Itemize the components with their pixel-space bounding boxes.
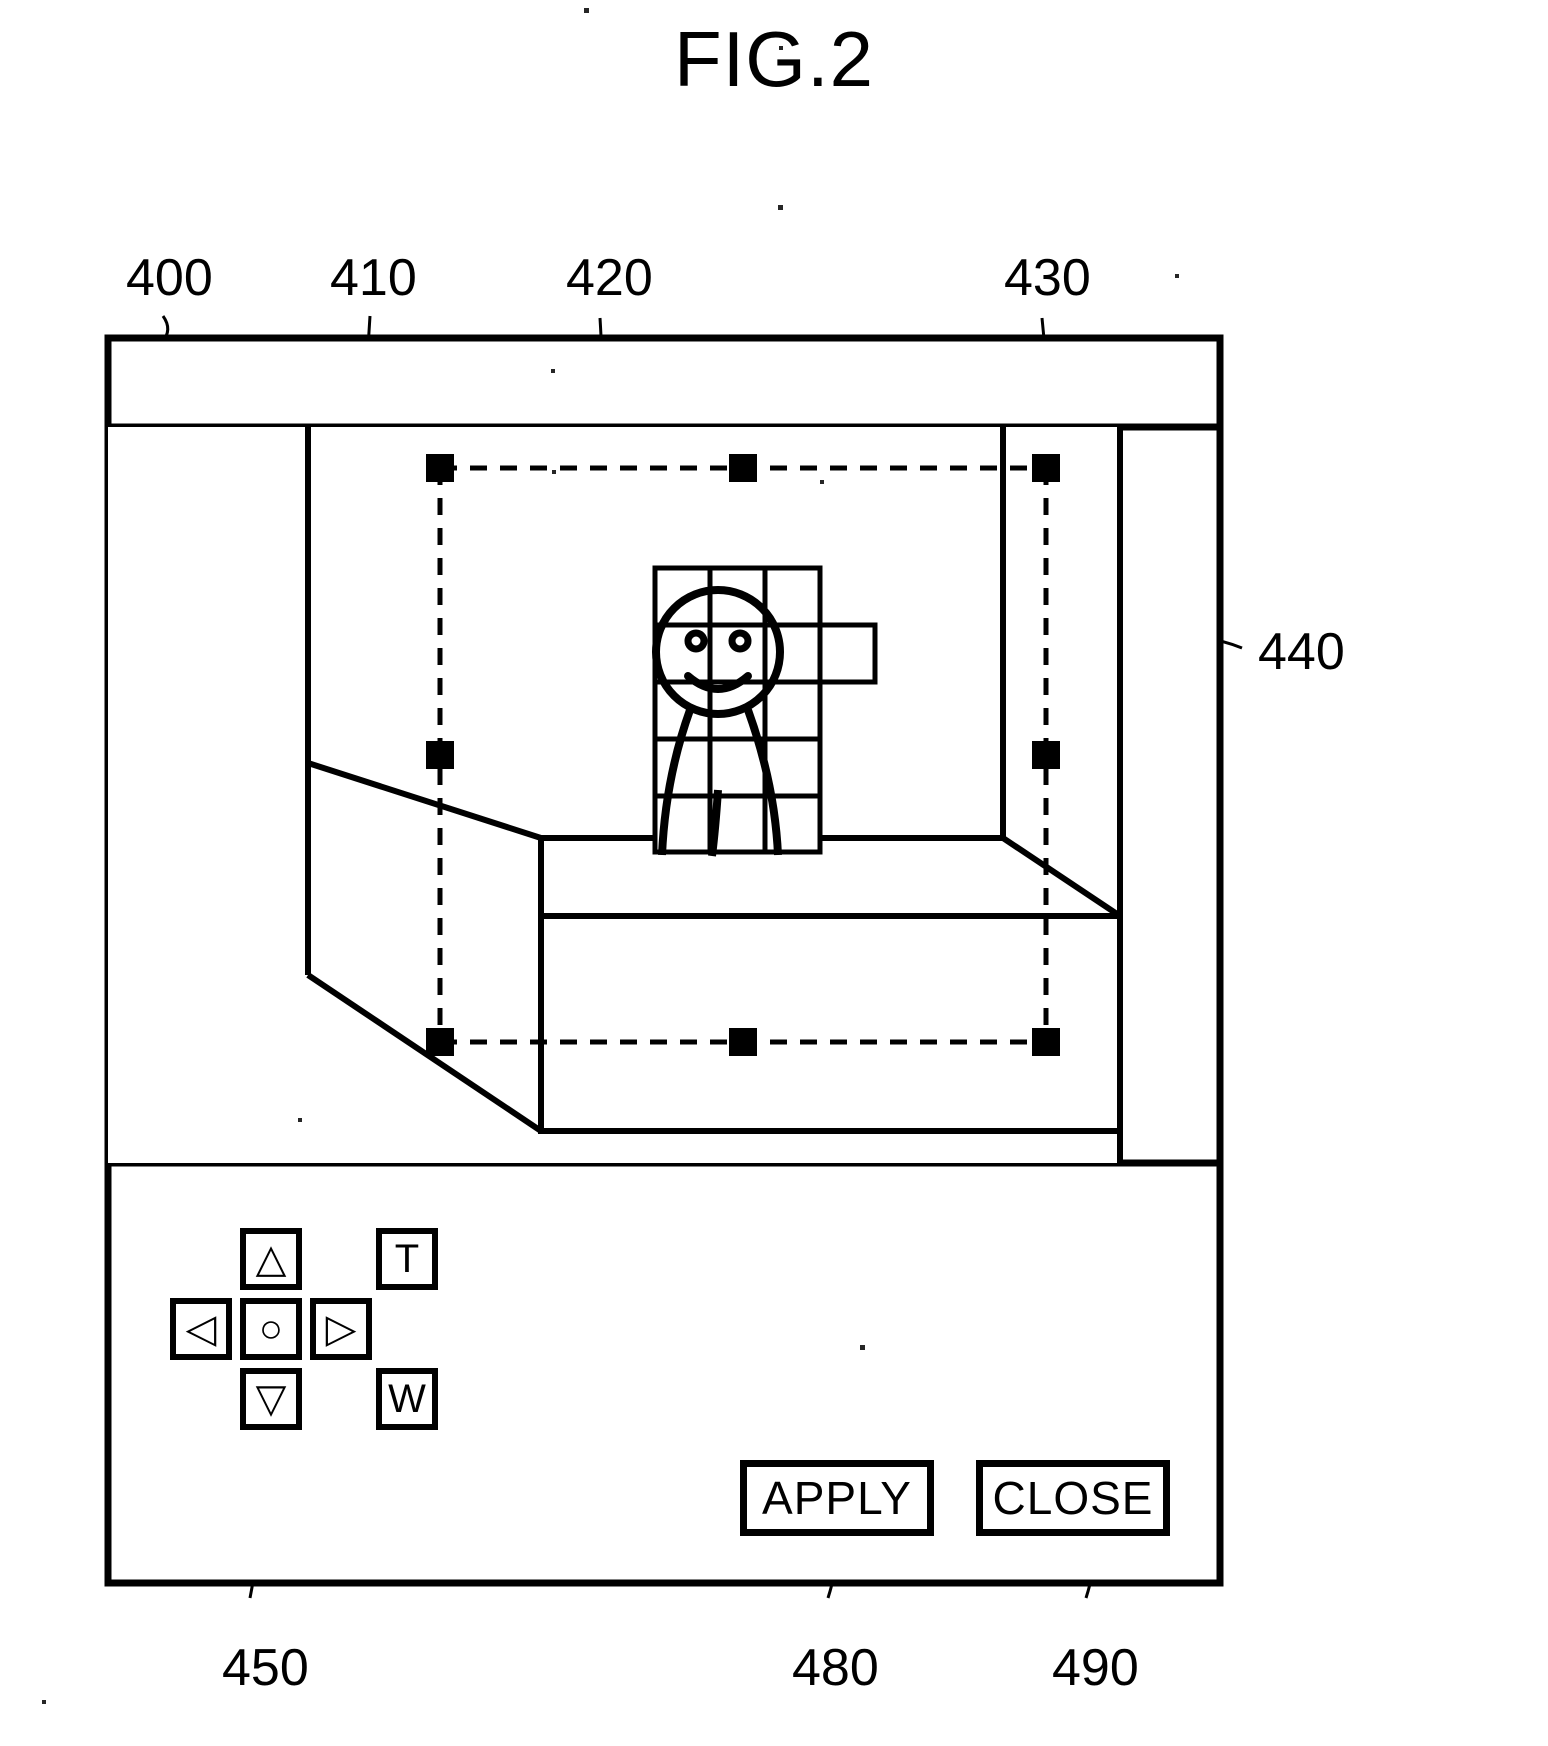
handle-top-center (729, 454, 757, 482)
home-button[interactable]: ○ (240, 1298, 302, 1360)
zoom-wide-button[interactable]: W (376, 1368, 438, 1430)
triangle-down-icon: ▽ (255, 1377, 287, 1421)
wide-label: W (388, 1377, 426, 1421)
apply-button-label: APPLY (762, 1472, 912, 1524)
triangle-up-icon: △ (255, 1237, 287, 1281)
triangle-right-icon: ▷ (325, 1307, 357, 1351)
handle-top-right (1032, 454, 1060, 482)
pan-right-button[interactable]: ▷ (310, 1298, 372, 1360)
triangle-left-icon: ◁ (185, 1307, 217, 1351)
handle-bottom-right (1032, 1028, 1060, 1056)
handle-top-left (426, 454, 454, 482)
tele-label: T (394, 1237, 420, 1281)
handle-bottom-left (426, 1028, 454, 1056)
zoom-tele-button[interactable]: T (376, 1228, 438, 1290)
apply-button[interactable]: APPLY (740, 1460, 934, 1536)
handle-bottom-center (729, 1028, 757, 1056)
circle-icon: ○ (258, 1307, 284, 1351)
patent-figure-2: FIG.2 400 410 420 430 440 450 480 490 △ … (0, 0, 1548, 1746)
video-view-area (108, 427, 1123, 1163)
pan-up-button[interactable]: △ (240, 1228, 302, 1290)
pan-left-button[interactable]: ◁ (170, 1298, 232, 1360)
handle-middle-left (426, 741, 454, 769)
close-button[interactable]: CLOSE (976, 1460, 1170, 1536)
handle-middle-right (1032, 741, 1060, 769)
close-button-label: CLOSE (992, 1472, 1154, 1524)
pan-down-button[interactable]: ▽ (240, 1368, 302, 1430)
